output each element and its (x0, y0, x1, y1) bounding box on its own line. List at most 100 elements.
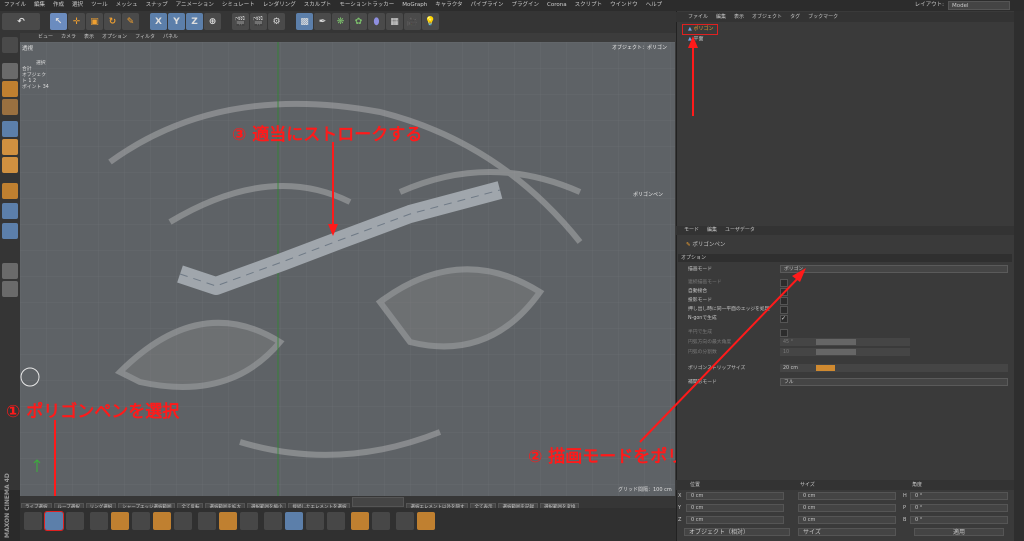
attr-menu-userdata[interactable]: ユーザデータ (721, 226, 759, 235)
light-icon[interactable]: 💡 (422, 13, 439, 30)
stitch-icon[interactable] (285, 512, 303, 530)
move-tool-icon[interactable]: ✛ (68, 13, 85, 30)
tweak-mode-icon[interactable] (2, 203, 18, 219)
menu-corona[interactable]: Corona (543, 0, 571, 11)
menu-create[interactable]: 作成 (49, 0, 68, 11)
axis-mode-icon[interactable] (2, 183, 18, 199)
obj-menu-objects[interactable]: オブジェクト (748, 12, 786, 22)
edges-mode-icon[interactable] (2, 139, 18, 155)
matrix-extrude-icon[interactable] (174, 512, 192, 530)
bevel-icon[interactable] (132, 512, 150, 530)
align-normals-icon[interactable] (306, 512, 324, 530)
rotate-tool-icon[interactable]: ↻ (104, 13, 121, 30)
render-settings-icon[interactable]: ⚙ (268, 13, 285, 30)
subdivision-icon[interactable]: ❋ (332, 13, 349, 30)
attr-menu-edit[interactable]: 編集 (703, 226, 721, 235)
polygon-pen-icon[interactable] (44, 511, 64, 531)
menu-tools[interactable]: ツール (87, 0, 112, 11)
lock-icon[interactable] (2, 281, 18, 297)
viewport-menu-view[interactable]: ビュー (20, 33, 57, 42)
rot-b-field[interactable]: 0 ° (910, 516, 1008, 524)
mirror-icon[interactable] (372, 512, 390, 530)
menu-file[interactable]: ファイル (0, 0, 30, 11)
cloner-icon[interactable]: ✿ (350, 13, 367, 30)
obj-menu-edit[interactable]: 編集 (712, 12, 730, 22)
pos-y-field[interactable]: 0 cm (686, 504, 784, 512)
menu-snap[interactable]: スナップ (142, 0, 172, 11)
z-axis-button[interactable]: Z (186, 13, 203, 30)
menu-mograph[interactable]: MoGraph (398, 0, 431, 11)
viewport-menu-options[interactable]: オプション (98, 33, 131, 42)
model-mode-icon[interactable] (2, 63, 18, 79)
viewport-menu-display[interactable]: 表示 (80, 33, 98, 42)
size-mode-select[interactable]: サイズ (798, 528, 896, 536)
menu-script[interactable]: スクリプト (571, 0, 607, 11)
size-y-field[interactable]: 0 cm (798, 504, 896, 512)
obj-menu-file[interactable]: ファイル (676, 12, 712, 22)
pos-x-field[interactable]: 0 cm (686, 492, 784, 500)
object-row-plane[interactable]: ▲ 平面 (688, 35, 808, 44)
smooth-shift-icon[interactable] (198, 512, 216, 530)
undo-button[interactable]: ↶ (2, 13, 40, 30)
menu-render[interactable]: レンダリング (259, 0, 300, 11)
make-editable-icon[interactable] (2, 37, 18, 53)
menu-edit[interactable]: 編集 (30, 0, 49, 11)
weld-icon[interactable] (240, 512, 258, 530)
menu-plugins[interactable]: プラグイン (508, 0, 544, 11)
render-view-icon[interactable]: 🎬 (232, 13, 249, 30)
recent-tool-icon[interactable]: ✎ (122, 13, 139, 30)
strip-size-field[interactable]: 20 cm (780, 364, 1008, 372)
size-x-field[interactable]: 0 cm (798, 492, 896, 500)
slide-icon[interactable] (264, 512, 282, 530)
extrude-inner-icon[interactable] (153, 512, 171, 530)
menu-character[interactable]: キャラクタ (431, 0, 466, 11)
viewport-menu-filter[interactable]: フィルタ (131, 33, 159, 42)
menu-help[interactable]: ヘルプ (642, 0, 667, 11)
coord-mode-select[interactable]: オブジェクト（相対） (684, 528, 790, 536)
render-picture-viewer-icon[interactable]: 🎬 (250, 13, 267, 30)
menu-window[interactable]: ウインドウ (606, 0, 642, 11)
extrude-icon[interactable] (66, 512, 84, 530)
side-tabs[interactable] (1014, 11, 1024, 541)
obj-menu-view[interactable]: 表示 (730, 12, 748, 22)
menu-sculpt[interactable]: スカルプト (300, 0, 336, 11)
rot-h-field[interactable]: 0 ° (910, 492, 1008, 500)
obj-menu-bookmarks[interactable]: ブックマーク (804, 12, 842, 22)
optimize-icon[interactable] (327, 512, 345, 530)
menu-select[interactable]: 選択 (68, 0, 87, 11)
menu-simulate[interactable]: シミュレート (218, 0, 259, 11)
workplane-icon[interactable] (2, 99, 18, 115)
layout-select[interactable]: Model (948, 1, 1010, 10)
coordinate-system-icon[interactable]: ⊕ (204, 13, 221, 30)
y-axis-button[interactable]: Y (168, 13, 185, 30)
size-z-field[interactable]: 0 cm (798, 516, 896, 524)
apply-button[interactable]: 適用 (914, 528, 1004, 536)
melt-icon[interactable] (417, 512, 435, 530)
snap-tool-icon[interactable] (396, 512, 414, 530)
magnet-icon[interactable] (111, 512, 129, 530)
knife-icon[interactable] (24, 512, 42, 530)
pos-z-field[interactable]: 0 cm (686, 516, 784, 524)
viewport-menu-panel[interactable]: パネル (159, 33, 182, 42)
floor-icon[interactable]: ▦ (386, 13, 403, 30)
draw-mode-select[interactable]: ポリゴン (780, 265, 1008, 273)
split-icon[interactable] (351, 512, 369, 530)
bridge-icon[interactable] (219, 512, 237, 530)
spline-pen-icon[interactable]: ✒ (314, 13, 331, 30)
menu-motion-tracker[interactable]: モーショントラッカー (335, 0, 398, 11)
polygons-mode-icon[interactable] (2, 157, 18, 173)
texture-mode-icon[interactable] (2, 81, 18, 97)
scale-tool-icon[interactable]: ▣ (86, 13, 103, 30)
viewport[interactable] (20, 42, 675, 496)
rot-p-field[interactable]: 0 ° (910, 504, 1008, 512)
workplane-lock-icon[interactable] (2, 263, 18, 279)
camera-icon[interactable]: 🎥 (404, 13, 421, 30)
obj-menu-tags[interactable]: タグ (786, 12, 804, 22)
deformer-icon[interactable]: ⬮ (368, 13, 385, 30)
attr-menu-mode[interactable]: モード (676, 226, 703, 235)
move-cursor-icon[interactable]: ↖ (50, 13, 67, 30)
viewport-menu-camera[interactable]: カメラ (57, 33, 80, 42)
interp-mode-select[interactable]: フル (780, 378, 1008, 386)
menu-pipeline[interactable]: パイプライン (466, 0, 507, 11)
x-axis-button[interactable]: X (150, 13, 167, 30)
